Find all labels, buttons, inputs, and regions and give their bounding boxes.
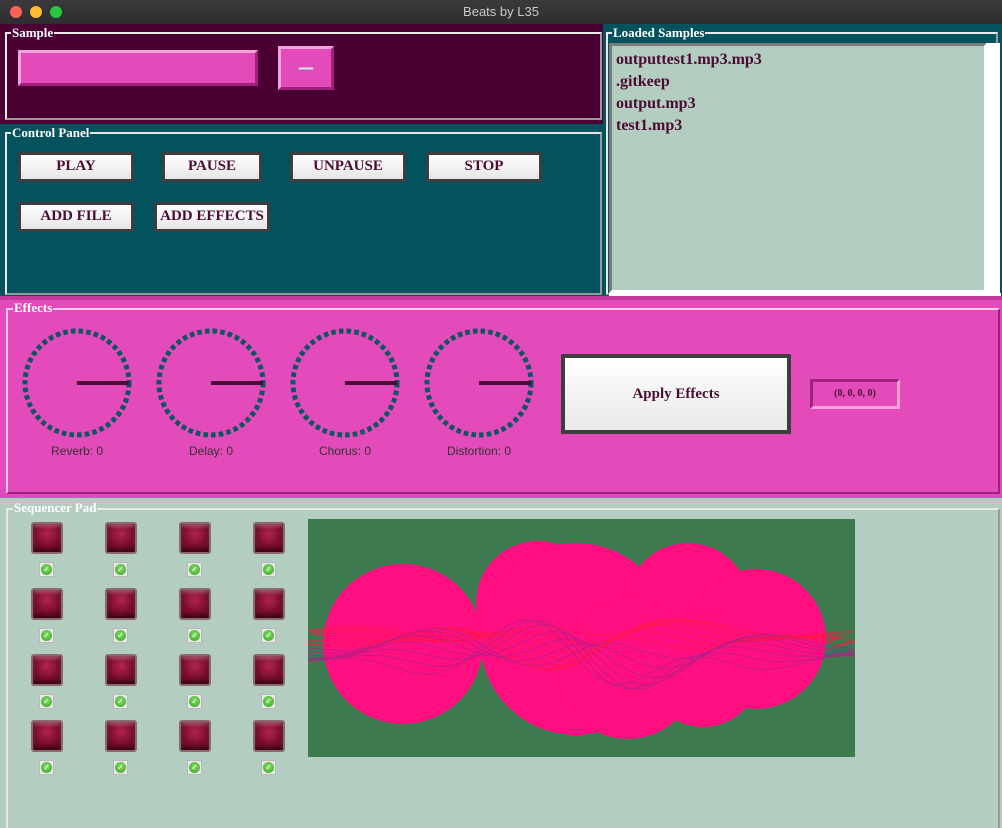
stop-button[interactable]: STOP xyxy=(426,152,542,182)
sequencer-step-checkbox[interactable]: ✓ xyxy=(39,694,54,709)
sequencer-pad[interactable] xyxy=(253,588,285,620)
effects-panel: Effects Reverb: 0 Delay: 0 Chorus: 0 Dis… xyxy=(0,296,1002,498)
loaded-samples-panel: Loaded Samples outputtest1.mp3.mp3 .gitk… xyxy=(603,24,1002,299)
sequencer-pad[interactable] xyxy=(253,522,285,554)
sample-legend: Sample xyxy=(11,25,55,40)
sequencer-pad[interactable] xyxy=(31,588,63,620)
sequencer-pad[interactable] xyxy=(105,522,137,554)
checkmark-icon: ✓ xyxy=(41,564,52,575)
effects-values-text: (0, 0, 0, 0) xyxy=(834,388,876,399)
sequencer-step-checkbox[interactable]: ✓ xyxy=(261,694,276,709)
effects-top-strip xyxy=(0,296,1002,300)
sequencer-step-checkbox[interactable]: ✓ xyxy=(187,694,202,709)
list-item[interactable]: output.mp3 xyxy=(616,93,980,115)
delay-knob[interactable] xyxy=(156,328,266,438)
sequencer-pad[interactable] xyxy=(179,588,211,620)
sequencer-pad[interactable] xyxy=(105,720,137,752)
sequencer-step-checkbox[interactable]: ✓ xyxy=(113,628,128,643)
add-effects-button[interactable]: ADD EFFECTS xyxy=(154,202,270,232)
list-item[interactable]: outputtest1.mp3.mp3 xyxy=(616,49,980,71)
unpause-button[interactable]: UNPAUSE xyxy=(290,152,406,182)
sequencer-pad[interactable] xyxy=(105,588,137,620)
sequencer-pad[interactable] xyxy=(179,522,211,554)
checkmark-icon: ✓ xyxy=(189,630,200,641)
sequencer-pad-grid: ✓ ✓ ✓ ✓ ✓ ✓ ✓ ✓ ✓ ✓ ✓ ✓ ✓ ✓ ✓ ✓ xyxy=(0,498,300,798)
window-title: Beats by L35 xyxy=(463,4,539,19)
sequencer-step-checkbox[interactable]: ✓ xyxy=(261,628,276,643)
sequencer-step-checkbox[interactable]: ✓ xyxy=(113,694,128,709)
sample-name-input[interactable] xyxy=(18,50,258,86)
reverb-knob[interactable] xyxy=(22,328,132,438)
sequencer-pad[interactable] xyxy=(179,720,211,752)
sequencer-pad[interactable] xyxy=(253,720,285,752)
apply-effects-button[interactable]: Apply Effects xyxy=(561,354,791,434)
sequencer-panel: Sequencer Pad ✓ ✓ ✓ ✓ ✓ ✓ ✓ ✓ ✓ ✓ ✓ ✓ ✓ ✓ ✓ ✓ xyxy=(0,498,1002,828)
reverb-label: Reverb: 0 xyxy=(50,444,104,458)
sample-remove-button[interactable]: — xyxy=(278,46,334,90)
checkmark-icon: ✓ xyxy=(263,696,274,707)
sequencer-pad[interactable] xyxy=(31,522,63,554)
distortion-knob[interactable] xyxy=(424,328,534,438)
control-panel-legend: Control Panel xyxy=(11,125,91,140)
checkmark-icon: ✓ xyxy=(263,630,274,641)
checkmark-icon: ✓ xyxy=(115,630,126,641)
add-file-button[interactable]: ADD FILE xyxy=(18,202,134,232)
pause-button[interactable]: PAUSE xyxy=(162,152,262,182)
sample-remove-button-label: — xyxy=(298,58,314,77)
checkmark-icon: ✓ xyxy=(189,696,200,707)
chorus-knob[interactable] xyxy=(290,328,400,438)
list-item[interactable]: test1.mp3 xyxy=(616,115,980,137)
checkmark-icon: ✓ xyxy=(41,762,52,773)
sequencer-step-checkbox[interactable]: ✓ xyxy=(39,562,54,577)
loaded-samples-list[interactable]: outputtest1.mp3.mp3 .gitkeep output.mp3 … xyxy=(609,43,1001,299)
sequencer-step-checkbox[interactable]: ✓ xyxy=(39,628,54,643)
sequencer-step-checkbox[interactable]: ✓ xyxy=(187,562,202,577)
effects-legend: Effects xyxy=(13,300,54,315)
checkmark-icon: ✓ xyxy=(41,630,52,641)
checkmark-icon: ✓ xyxy=(115,564,126,575)
control-panel: Control Panel PLAY PAUSE UNPAUSE STOP AD… xyxy=(0,124,603,296)
checkmark-icon: ✓ xyxy=(189,762,200,773)
sequencer-step-checkbox[interactable]: ✓ xyxy=(113,562,128,577)
waveform-visualizer xyxy=(308,519,855,757)
checkmark-icon: ✓ xyxy=(263,762,274,773)
sequencer-step-checkbox[interactable]: ✓ xyxy=(39,760,54,775)
sequencer-step-checkbox[interactable]: ✓ xyxy=(113,760,128,775)
checkmark-icon: ✓ xyxy=(263,564,274,575)
delay-label: Delay: 0 xyxy=(188,444,234,458)
play-button[interactable]: PLAY xyxy=(18,152,134,182)
sequencer-pad[interactable] xyxy=(31,720,63,752)
loaded-samples-legend: Loaded Samples xyxy=(612,25,706,40)
sequencer-step-checkbox[interactable]: ✓ xyxy=(261,760,276,775)
apply-effects-label: Apply Effects xyxy=(632,386,720,402)
effects-values-readout: (0, 0, 0, 0) xyxy=(810,379,900,409)
window-titlebar: Beats by L35 xyxy=(0,0,1002,25)
sequencer-pad[interactable] xyxy=(105,654,137,686)
checkmark-icon: ✓ xyxy=(189,564,200,575)
sample-panel: Sample — xyxy=(0,24,603,124)
checkmark-icon: ✓ xyxy=(41,696,52,707)
sequencer-pad[interactable] xyxy=(31,654,63,686)
list-scroll-area[interactable] xyxy=(986,43,1000,293)
sequencer-step-checkbox[interactable]: ✓ xyxy=(187,760,202,775)
checkmark-icon: ✓ xyxy=(115,762,126,773)
distortion-label: Distortion: 0 xyxy=(446,444,512,458)
checkmark-icon: ✓ xyxy=(115,696,126,707)
sequencer-pad[interactable] xyxy=(253,654,285,686)
chorus-label: Chorus: 0 xyxy=(318,444,372,458)
list-item[interactable]: .gitkeep xyxy=(616,71,980,93)
sequencer-step-checkbox[interactable]: ✓ xyxy=(261,562,276,577)
sequencer-pad[interactable] xyxy=(179,654,211,686)
sequencer-step-checkbox[interactable]: ✓ xyxy=(187,628,202,643)
